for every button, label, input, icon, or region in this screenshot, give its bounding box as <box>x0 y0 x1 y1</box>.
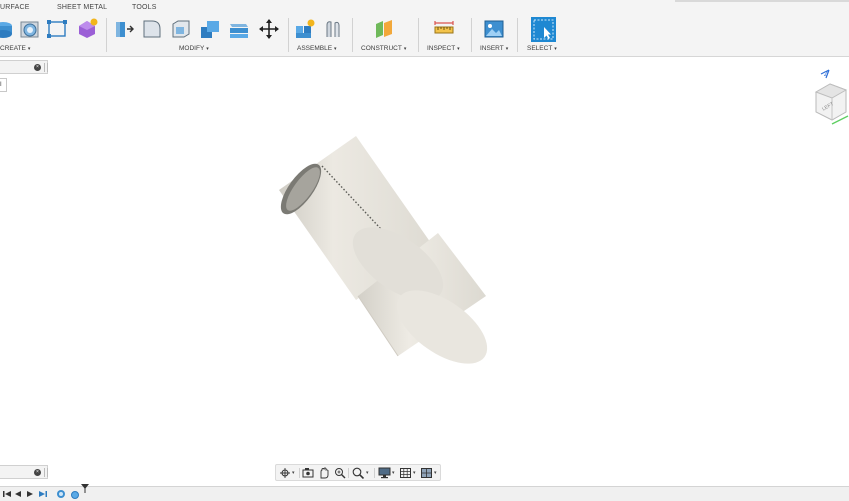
sketch-icon[interactable] <box>46 18 68 40</box>
new-component-icon[interactable] <box>294 18 316 40</box>
display-settings-icon[interactable] <box>378 467 392 479</box>
navbar-separator <box>299 468 300 478</box>
tab-surface[interactable]: URFACE <box>0 4 30 11</box>
assemble-menu[interactable]: ASSEMBLE ▾ <box>297 45 337 52</box>
navbar-separator <box>348 468 349 478</box>
construct-menu[interactable]: CONSTRUCT ▾ <box>361 45 406 52</box>
revolve-icon[interactable] <box>19 18 41 40</box>
zoom-window-icon[interactable] <box>333 467 347 479</box>
workspace-tab-strip: URFACE SHEET METAL TOOLS <box>0 0 849 14</box>
comments-panel[interactable]: × <box>0 465 48 479</box>
insert-image-icon[interactable] <box>483 18 505 40</box>
toolbar-separator <box>517 18 518 52</box>
select-icon[interactable] <box>531 17 556 42</box>
toolbar-separator <box>106 18 107 52</box>
combine-icon[interactable] <box>199 18 221 40</box>
timeline-end-icon[interactable] <box>56 489 66 499</box>
fillet-icon[interactable] <box>141 18 163 40</box>
timeline-play-icon[interactable] <box>25 489 35 499</box>
toolbar: CREATE ▾ MODIFY ▾ ASSEMBLE ▾ CONSTRUCT ▾ INS… <box>0 14 849 57</box>
create-menu[interactable]: CREATE ▾ <box>0 45 30 52</box>
viewports-icon[interactable] <box>420 467 434 479</box>
axis-z-label: Z <box>824 72 828 78</box>
press-pull-icon[interactable] <box>113 18 135 40</box>
scale-icon[interactable] <box>228 18 250 40</box>
toolbar-separator <box>418 18 419 52</box>
timeline-feature-icon[interactable] <box>70 489 80 499</box>
model-render <box>279 136 488 364</box>
inspect-menu[interactable]: INSPECT ▾ <box>427 45 460 52</box>
offset-plane-icon[interactable] <box>373 18 395 40</box>
select-menu[interactable]: SELECT ▾ <box>527 45 557 52</box>
toolbar-separator <box>471 18 472 52</box>
look-at-icon[interactable] <box>301 467 315 479</box>
viewports-caret[interactable]: ▾ <box>434 470 437 476</box>
shell-icon[interactable] <box>170 18 192 40</box>
panel-grip-icon[interactable] <box>44 468 48 477</box>
toolbar-separator <box>288 18 289 52</box>
timeline <box>0 483 849 501</box>
view-cube[interactable]: Z LEFT <box>812 66 849 130</box>
form-icon[interactable] <box>76 18 98 40</box>
orbit-caret[interactable]: ▾ <box>292 470 295 476</box>
move-copy-icon[interactable] <box>258 18 280 40</box>
grid-caret[interactable]: ▾ <box>413 470 416 476</box>
orbit-icon[interactable] <box>279 467 293 479</box>
timeline-step-forward-icon[interactable] <box>38 489 48 499</box>
navigation-bar: ▾ ▾ ▾ ▾ ▾ <box>275 464 441 481</box>
zoom-caret[interactable]: ▾ <box>366 470 369 476</box>
timeline-step-back-icon[interactable] <box>13 489 23 499</box>
toolbar-separator <box>352 18 353 52</box>
tab-tools[interactable]: TOOLS <box>132 4 157 11</box>
insert-menu[interactable]: INSERT ▾ <box>480 45 508 52</box>
display-caret[interactable]: ▾ <box>392 470 395 476</box>
timeline-back-icon[interactable] <box>2 489 12 499</box>
joint-icon[interactable] <box>322 18 344 40</box>
measure-icon[interactable] <box>433 18 455 40</box>
pan-icon[interactable] <box>317 467 331 479</box>
timeline-marker-icon[interactable] <box>80 483 90 493</box>
canvas-viewport[interactable] <box>0 57 849 463</box>
navbar-separator <box>374 468 375 478</box>
modify-menu[interactable]: MODIFY ▾ <box>179 45 209 52</box>
grid-settings-icon[interactable] <box>399 467 413 479</box>
tab-sheet-metal[interactable]: SHEET METAL <box>57 4 107 11</box>
zoom-icon[interactable] <box>351 467 365 479</box>
tab-strip-divider <box>675 0 849 2</box>
extrude-icon[interactable] <box>0 18 14 40</box>
close-icon[interactable]: × <box>34 469 41 476</box>
